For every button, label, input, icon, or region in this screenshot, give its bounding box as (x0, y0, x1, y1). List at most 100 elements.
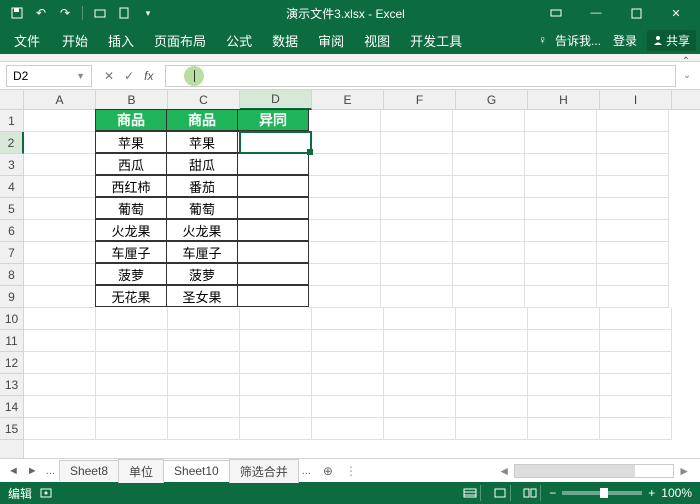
new-sheet-icon[interactable]: ⊕ (315, 464, 341, 478)
cell[interactable] (96, 418, 168, 440)
row-2[interactable]: 2 (0, 132, 24, 154)
cell[interactable] (600, 418, 672, 440)
cell[interactable] (384, 418, 456, 440)
enter-icon[interactable]: ✓ (124, 69, 134, 83)
cell[interactable] (24, 286, 96, 308)
cell[interactable] (240, 418, 312, 440)
tab-formulas[interactable]: 公式 (216, 26, 262, 54)
cell[interactable] (528, 396, 600, 418)
cell[interactable] (168, 396, 240, 418)
cell[interactable] (456, 308, 528, 330)
tab-file[interactable]: 文件 (4, 26, 50, 54)
cell[interactable] (24, 132, 96, 154)
cell[interactable] (312, 418, 384, 440)
cell-d9[interactable] (237, 285, 309, 307)
sheet-tab-active[interactable]: Sheet10 (163, 460, 230, 482)
cell-b2[interactable]: 苹果 (95, 131, 167, 153)
qat-new-icon[interactable] (117, 6, 131, 20)
cell[interactable] (24, 396, 96, 418)
cell[interactable] (24, 352, 96, 374)
sheet-tab[interactable]: 单位 (118, 459, 164, 483)
tab-data[interactable]: 数据 (262, 26, 308, 54)
cell[interactable] (597, 242, 669, 264)
ribbon-collapse-icon[interactable]: ⌃ (676, 56, 696, 64)
select-all-corner[interactable] (0, 90, 24, 110)
scroll-track[interactable] (514, 464, 674, 478)
header-d[interactable]: 异同 (237, 109, 309, 131)
cell[interactable] (597, 220, 669, 242)
tab-review[interactable]: 审阅 (308, 26, 354, 54)
view-normal-icon[interactable] (459, 485, 481, 501)
row-12[interactable]: 12 (0, 352, 23, 374)
cell[interactable] (381, 198, 453, 220)
signin-link[interactable]: 登录 (607, 26, 643, 54)
cell[interactable] (456, 396, 528, 418)
cell[interactable] (309, 110, 381, 132)
row-13[interactable]: 13 (0, 374, 23, 396)
tab-view[interactable]: 视图 (354, 26, 400, 54)
cell[interactable] (453, 176, 525, 198)
scroll-thumb[interactable] (515, 465, 635, 477)
cell[interactable] (24, 220, 96, 242)
cell[interactable] (24, 374, 96, 396)
cell-d8[interactable] (237, 263, 309, 285)
col-G[interactable]: G (456, 90, 528, 110)
cell-d2[interactable] (237, 131, 309, 153)
cell-c4[interactable]: 番茄 (166, 175, 238, 197)
cell[interactable] (600, 396, 672, 418)
cell[interactable] (240, 374, 312, 396)
share-button[interactable]: 共享 (647, 30, 696, 51)
cell[interactable] (384, 308, 456, 330)
cell[interactable] (597, 154, 669, 176)
col-A[interactable]: A (24, 90, 96, 110)
cell[interactable] (384, 330, 456, 352)
undo-icon[interactable]: ↶ (34, 6, 48, 20)
name-box-dropdown-icon[interactable]: ▼ (76, 71, 85, 81)
cell[interactable] (24, 154, 96, 176)
cell-d6[interactable] (237, 219, 309, 241)
cell[interactable] (309, 176, 381, 198)
cell-b8[interactable]: 菠萝 (95, 263, 167, 285)
row-8[interactable]: 8 (0, 264, 23, 286)
zoom-slider[interactable] (562, 491, 642, 495)
cell[interactable] (528, 418, 600, 440)
cell[interactable] (453, 286, 525, 308)
cell[interactable] (525, 220, 597, 242)
col-H[interactable]: H (528, 90, 600, 110)
cell[interactable] (240, 396, 312, 418)
fx-icon[interactable]: fx (144, 69, 153, 83)
cell[interactable] (168, 330, 240, 352)
cell[interactable] (24, 330, 96, 352)
cell-c9[interactable]: 圣女果 (166, 285, 238, 307)
cell[interactable] (312, 330, 384, 352)
cell[interactable] (240, 352, 312, 374)
qat-open-icon[interactable] (93, 6, 107, 20)
col-B[interactable]: B (96, 90, 168, 110)
cell-b9[interactable]: 无花果 (95, 285, 167, 307)
cell[interactable] (525, 154, 597, 176)
cell[interactable] (453, 220, 525, 242)
cell[interactable] (381, 264, 453, 286)
cell[interactable] (312, 396, 384, 418)
cells-area[interactable]: 商品 商品 异同 苹果苹果 西瓜甜瓜 西红柿番茄 葡萄葡萄 火龙果火龙果 车厘子… (24, 110, 700, 458)
cell[interactable] (309, 242, 381, 264)
cell-d5[interactable] (237, 197, 309, 219)
cell[interactable] (600, 330, 672, 352)
cell[interactable] (240, 330, 312, 352)
cell[interactable] (24, 308, 96, 330)
cell[interactable] (600, 374, 672, 396)
cell[interactable] (453, 110, 525, 132)
cell-b3[interactable]: 西瓜 (95, 153, 167, 175)
cell[interactable] (597, 264, 669, 286)
sheet-tab[interactable]: Sheet8 (59, 460, 119, 481)
cell[interactable] (456, 330, 528, 352)
cell[interactable] (525, 176, 597, 198)
zoom-out-button[interactable]: − (549, 486, 556, 500)
cell[interactable] (381, 286, 453, 308)
cell[interactable] (525, 286, 597, 308)
close-button[interactable]: ✕ (656, 0, 696, 26)
ribbon-options-icon[interactable] (536, 0, 576, 26)
qat-dropdown-icon[interactable]: ▾ (141, 6, 155, 20)
cell[interactable] (597, 176, 669, 198)
tab-split-handle[interactable]: ⋮ (341, 464, 361, 478)
